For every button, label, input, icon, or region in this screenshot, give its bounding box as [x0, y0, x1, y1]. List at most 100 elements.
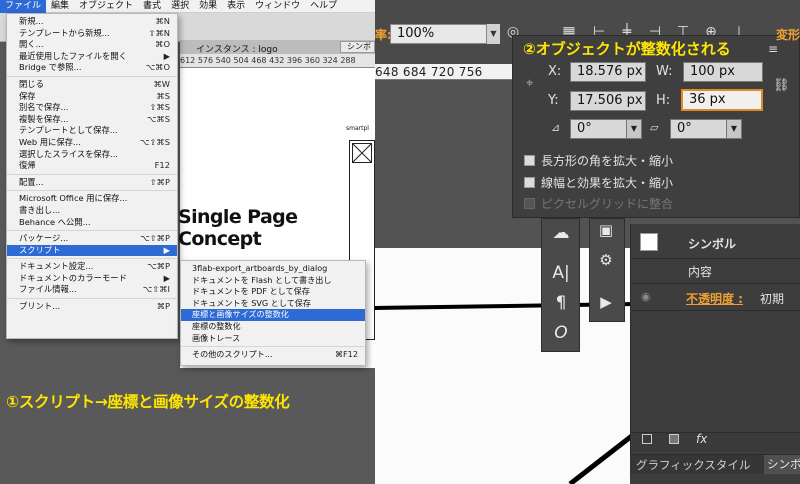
script-menu-other[interactable]: その他のスクリプト... ⌘F12: [181, 349, 365, 361]
menu-item-label: ドキュメントを Flash として書き出し: [192, 274, 332, 285]
divider: [632, 283, 800, 284]
menu-help[interactable]: ヘルプ: [305, 0, 342, 13]
panel-menu-icon[interactable]: ≡: [768, 42, 778, 56]
scale-corners-checkbox[interactable]: [524, 155, 535, 166]
rotate-icon: ⊿: [551, 121, 561, 134]
file-menu-item[interactable]: Behance へ公開...: [7, 217, 177, 229]
menu-item-shortcut: ⌘W: [153, 78, 170, 89]
play-icon[interactable]: ▶: [594, 290, 618, 314]
paragraph-icon[interactable]: ¶: [548, 290, 574, 316]
menu-file[interactable]: ファイル: [0, 0, 47, 13]
add-fill-icon[interactable]: [669, 434, 679, 444]
file-menu-item[interactable]: テンプレートから新規... ⇧⌘N: [7, 28, 177, 40]
file-menu-item[interactable]: ドキュメント設定... ⌥⌘P: [7, 261, 177, 273]
menu-type[interactable]: 書式: [138, 0, 166, 13]
file-menu-item[interactable]: 保存 ⌘S: [7, 91, 177, 103]
rotate-field[interactable]: 0°: [570, 119, 628, 139]
right-horizontal-ruler: 648 684 720 756: [375, 64, 530, 80]
menu-item-shortcut: ⌥⌘O: [145, 62, 170, 73]
shear-field[interactable]: 0°: [670, 119, 728, 139]
menu-select[interactable]: 選択: [166, 0, 194, 13]
file-menu-item[interactable]: 新規... ⌘N: [7, 16, 177, 28]
menu-item-label: テンプレートとして保存...: [19, 125, 118, 136]
menu-edit[interactable]: 編集: [46, 0, 74, 13]
reference-point-icon[interactable]: ⌖: [526, 76, 533, 91]
menu-item-label: 保存: [19, 90, 36, 101]
scale-corners-label: 長方形の角を拡大・縮小: [541, 154, 674, 168]
fx-icon[interactable]: fx: [696, 432, 707, 446]
file-menu-item[interactable]: 復帰 F12: [7, 160, 177, 172]
menu-item-label: Web 用に保存...: [19, 136, 81, 147]
file-menu-item[interactable]: 最近使用したファイルを開く ▶: [7, 51, 177, 63]
file-menu-item[interactable]: 開く... ⌘O: [7, 39, 177, 51]
script-menu-item[interactable]: 3flab-export_artboards_by_dialog: [181, 263, 365, 275]
menu-item-shortcut: ⌘P: [156, 301, 170, 312]
file-menu-item[interactable]: 配置... ⇧⌘P: [7, 177, 177, 189]
character-icon[interactable]: A|: [548, 260, 574, 286]
x-field[interactable]: 18.576 px: [570, 62, 646, 82]
w-label: W:: [656, 64, 673, 79]
file-menu-item[interactable]: Web 用に保存... ⌥⇧⌘S: [7, 137, 177, 149]
menu-item-shortcut: ⇧⌘S: [149, 102, 170, 113]
menu-item-shortcut: ⌥⌘S: [146, 113, 170, 124]
creative-cloud-icon[interactable]: ☁: [548, 220, 574, 246]
menu-item-shortcut: ⌘F12: [334, 349, 358, 360]
scale-strokes-checkbox[interactable]: [524, 177, 535, 188]
opacity-link[interactable]: 不透明度 :: [686, 290, 743, 307]
pixel-grid-checkbox[interactable]: [524, 198, 535, 209]
file-menu-item[interactable]: プリント... ⌘P: [7, 301, 177, 313]
script-menu-item[interactable]: 座標と画像サイズの整数化: [181, 309, 365, 321]
file-menu-item[interactable]: 複製を保存... ⌥⌘S: [7, 114, 177, 126]
h-field[interactable]: 36 px: [681, 89, 763, 111]
artboard-label: smartpl: [346, 125, 369, 132]
menu-item-label: 書き出し...: [19, 204, 61, 215]
eye-icon[interactable]: ◉: [641, 290, 651, 303]
menu-effect[interactable]: 効果: [194, 0, 222, 13]
script-menu-item[interactable]: 画像トレース: [181, 333, 365, 345]
shear-dropdown-icon[interactable]: ▼: [726, 119, 742, 139]
menu-object[interactable]: オブジェクト: [74, 0, 138, 13]
file-menu-item[interactable]: 書き出し...: [7, 205, 177, 217]
menu-item-label: パッケージ...: [19, 233, 69, 244]
opentype-icon[interactable]: O: [548, 320, 574, 346]
script-menu-item[interactable]: 座標の整数化: [181, 321, 365, 333]
file-menu-item[interactable]: Bridge で参照... ⌥⌘O: [7, 62, 177, 74]
artboard-title: Single Page Concept: [178, 206, 298, 250]
menu-item-shortcut: ⌥⇧⌘S: [139, 136, 170, 147]
file-menu-item[interactable]: パッケージ... ⌥⇧⌘P: [7, 233, 177, 245]
menu-item-label: テンプレートから新規...: [19, 27, 110, 38]
rotate-dropdown-icon[interactable]: ▼: [626, 119, 642, 139]
file-menu-item[interactable]: 選択したスライスを保存...: [7, 149, 177, 161]
tab-transform[interactable]: 変形: [776, 26, 800, 43]
menu-item-shortcut: ⇧⌘P: [149, 176, 170, 187]
y-field[interactable]: 17.506 px: [570, 91, 646, 111]
menu-window[interactable]: ウィンドウ: [250, 0, 305, 13]
link-proportions-icon[interactable]: ⛓: [773, 78, 790, 93]
file-menu-item[interactable]: ファイル情報... ⌥⇧⌘I: [7, 284, 177, 296]
script-menu-item[interactable]: ドキュメントを Flash として書き出し: [181, 275, 365, 287]
menu-view[interactable]: 表示: [222, 0, 250, 13]
w-field[interactable]: 100 px: [683, 62, 763, 82]
menu-item-label: プリント...: [19, 301, 61, 312]
file-menu-item[interactable]: 閉じる ⌘W: [7, 79, 177, 91]
symbol-button[interactable]: シンボ: [340, 41, 375, 53]
file-menu-item[interactable]: スクリプト ▶: [7, 244, 177, 257]
file-menu: 新規... ⌘N テンプレートから新規... ⇧⌘N 開く... ⌘O 最近使用したファイル…: [6, 13, 178, 339]
tab-symbols[interactable]: シンボ: [764, 455, 800, 474]
menu-item-label: Behance へ公開...: [19, 216, 91, 227]
file-menu-item[interactable]: ドキュメントのカラーモード ▶: [7, 273, 177, 285]
chevron-down-icon[interactable]: ▼: [486, 24, 500, 44]
image-icon[interactable]: ▣: [594, 218, 618, 242]
gear-icon[interactable]: ⚙: [594, 248, 618, 272]
menu-item-label: 配置...: [19, 176, 44, 187]
menu-item-label: 最近使用したファイルを開く: [19, 50, 127, 61]
tab-graphic-styles[interactable]: グラフィックスタイル: [636, 457, 750, 473]
file-menu-item[interactable]: テンプレートとして保存...: [7, 125, 177, 137]
appearance-content[interactable]: 内容: [688, 263, 712, 280]
file-menu-item[interactable]: Microsoft Office 用に保存...: [7, 193, 177, 205]
add-stroke-icon[interactable]: [642, 434, 652, 444]
script-menu-item[interactable]: ドキュメントを PDF として保存: [181, 286, 365, 298]
file-menu-item[interactable]: 別名で保存... ⇧⌘S: [7, 102, 177, 114]
zoom-input[interactable]: 100%: [390, 24, 500, 44]
script-menu-item[interactable]: ドキュメントを SVG として保存: [181, 298, 365, 310]
